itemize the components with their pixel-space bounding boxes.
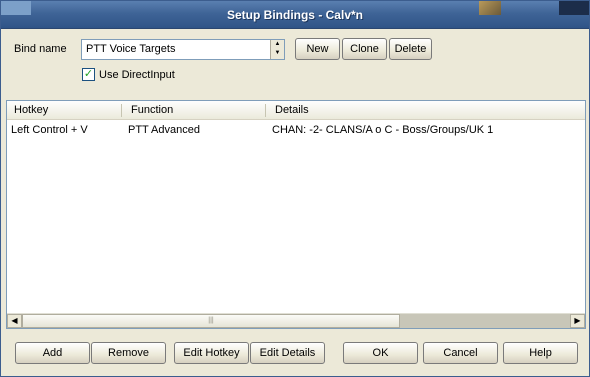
- use-directinput-label[interactable]: Use DirectInput: [99, 69, 175, 81]
- help-button[interactable]: Help: [503, 342, 578, 364]
- column-separator[interactable]: [265, 104, 266, 117]
- window-title: Setup Bindings - Calv*n: [226, 8, 363, 22]
- column-separator[interactable]: [121, 104, 122, 117]
- column-header-function[interactable]: Function: [124, 101, 266, 120]
- bind-name-value: PTT Voice Targets: [86, 43, 176, 55]
- bind-name-label: Bind name: [14, 43, 67, 55]
- horizontal-scrollbar[interactable]: ◀ ||| ▶: [7, 313, 585, 328]
- row-hotkey: Left Control + V: [11, 124, 88, 136]
- scrollbar-track[interactable]: [400, 314, 570, 328]
- setup-bindings-dialog: Setup Bindings - Calv*n Bind name PTT Vo…: [0, 0, 590, 377]
- ok-button[interactable]: OK: [343, 342, 418, 364]
- up-down-spinner-icon[interactable]: ▲ ▼: [270, 40, 284, 59]
- delete-bind-button[interactable]: Delete: [389, 38, 432, 60]
- scrollbar-thumb[interactable]: |||: [22, 314, 400, 328]
- use-directinput-checkbox[interactable]: ✓: [82, 68, 95, 81]
- cancel-button[interactable]: Cancel: [423, 342, 498, 364]
- edit-hotkey-button[interactable]: Edit Hotkey: [174, 342, 249, 364]
- column-header-details[interactable]: Details: [268, 101, 568, 120]
- row-details: CHAN: -2- CLANS/A o C - Boss/Groups/UK 1: [272, 124, 494, 136]
- remove-button[interactable]: Remove: [91, 342, 166, 364]
- new-bind-button[interactable]: New: [295, 38, 340, 60]
- title-bar[interactable]: Setup Bindings - Calv*n: [1, 1, 589, 29]
- add-button[interactable]: Add: [15, 342, 90, 364]
- edit-details-button[interactable]: Edit Details: [250, 342, 325, 364]
- list-header: Hotkey Function Details: [7, 101, 585, 120]
- column-header-hotkey[interactable]: Hotkey: [7, 101, 121, 120]
- scroll-right-arrow-icon[interactable]: ▶: [570, 314, 585, 328]
- table-row[interactable]: Left Control + V PTT Advanced CHAN: -2- …: [7, 122, 585, 138]
- bindings-list[interactable]: Hotkey Function Details Left Control + V…: [6, 100, 586, 329]
- row-function: PTT Advanced: [128, 124, 200, 136]
- checkmark-icon: ✓: [83, 68, 94, 80]
- scroll-left-arrow-icon[interactable]: ◀: [7, 314, 22, 328]
- bind-name-select[interactable]: PTT Voice Targets ▲ ▼: [81, 39, 285, 60]
- clone-bind-button[interactable]: Clone: [342, 38, 387, 60]
